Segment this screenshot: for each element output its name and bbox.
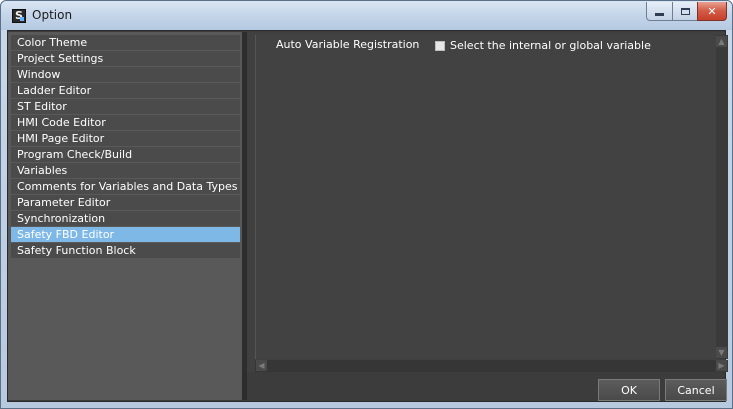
scrollbar-corner: ▶ xyxy=(716,360,728,372)
sidebar-item-window[interactable]: Window xyxy=(11,67,240,82)
options-category-list: Color Theme Project Settings Window Ladder … xyxy=(8,32,242,400)
sidebar-item-synchronization[interactable]: Synchronization xyxy=(11,211,240,226)
sidebar-item-hmi-page-editor[interactable]: HMI Page Editor xyxy=(11,131,240,146)
window-title: Option xyxy=(32,8,73,22)
maximize-button[interactable] xyxy=(672,2,698,21)
auto-variable-registration-label: Auto Variable Registration xyxy=(276,38,420,51)
ok-button[interactable]: OK xyxy=(598,379,660,401)
select-variable-checkbox[interactable] xyxy=(435,41,445,51)
sidebar-item-program-check-build[interactable]: Program Check/Build xyxy=(11,147,240,162)
select-variable-checkbox-label[interactable]: Select the internal or global variable xyxy=(450,39,651,52)
sidebar-item-parameter-editor[interactable]: Parameter Editor xyxy=(11,195,240,210)
settings-content-area xyxy=(255,35,717,359)
sidebar-item-ladder-editor[interactable]: Ladder Editor xyxy=(11,83,240,98)
scroll-left-icon[interactable]: ◀ xyxy=(256,360,267,371)
scroll-right-icon[interactable]: ▶ xyxy=(716,360,727,371)
scroll-down-icon[interactable]: ▼ xyxy=(716,347,727,358)
sidebar-item-variables[interactable]: Variables xyxy=(11,163,240,178)
vertical-scrollbar[interactable]: ▲ ▼ xyxy=(716,35,728,359)
sidebar-item-project-settings[interactable]: Project Settings xyxy=(11,51,240,66)
close-icon: ✕ xyxy=(707,4,717,18)
horizontal-scrollbar[interactable]: ◀ xyxy=(255,360,716,372)
cancel-button[interactable]: Cancel xyxy=(665,379,727,401)
close-button[interactable]: ✕ xyxy=(697,2,727,21)
scroll-up-icon[interactable]: ▲ xyxy=(716,36,727,47)
sidebar-item-hmi-code-editor[interactable]: HMI Code Editor xyxy=(11,115,240,130)
sidebar-item-comments-for-variables-and-data-types[interactable]: Comments for Variables and Data Types xyxy=(11,179,240,194)
title-bar[interactable]: S Option ✕ xyxy=(1,1,732,30)
sidebar-item-color-theme[interactable]: Color Theme xyxy=(11,35,240,50)
app-icon: S xyxy=(12,9,26,23)
sidebar-item-safety-function-block[interactable]: Safety Function Block xyxy=(11,243,240,258)
maximize-icon xyxy=(680,7,690,15)
minimize-icon xyxy=(655,12,664,16)
sidebar-item-st-editor[interactable]: ST Editor xyxy=(11,99,240,114)
minimize-button[interactable] xyxy=(646,2,673,21)
sidebar-item-safety-fbd-editor[interactable]: Safety FBD Editor xyxy=(11,227,240,242)
